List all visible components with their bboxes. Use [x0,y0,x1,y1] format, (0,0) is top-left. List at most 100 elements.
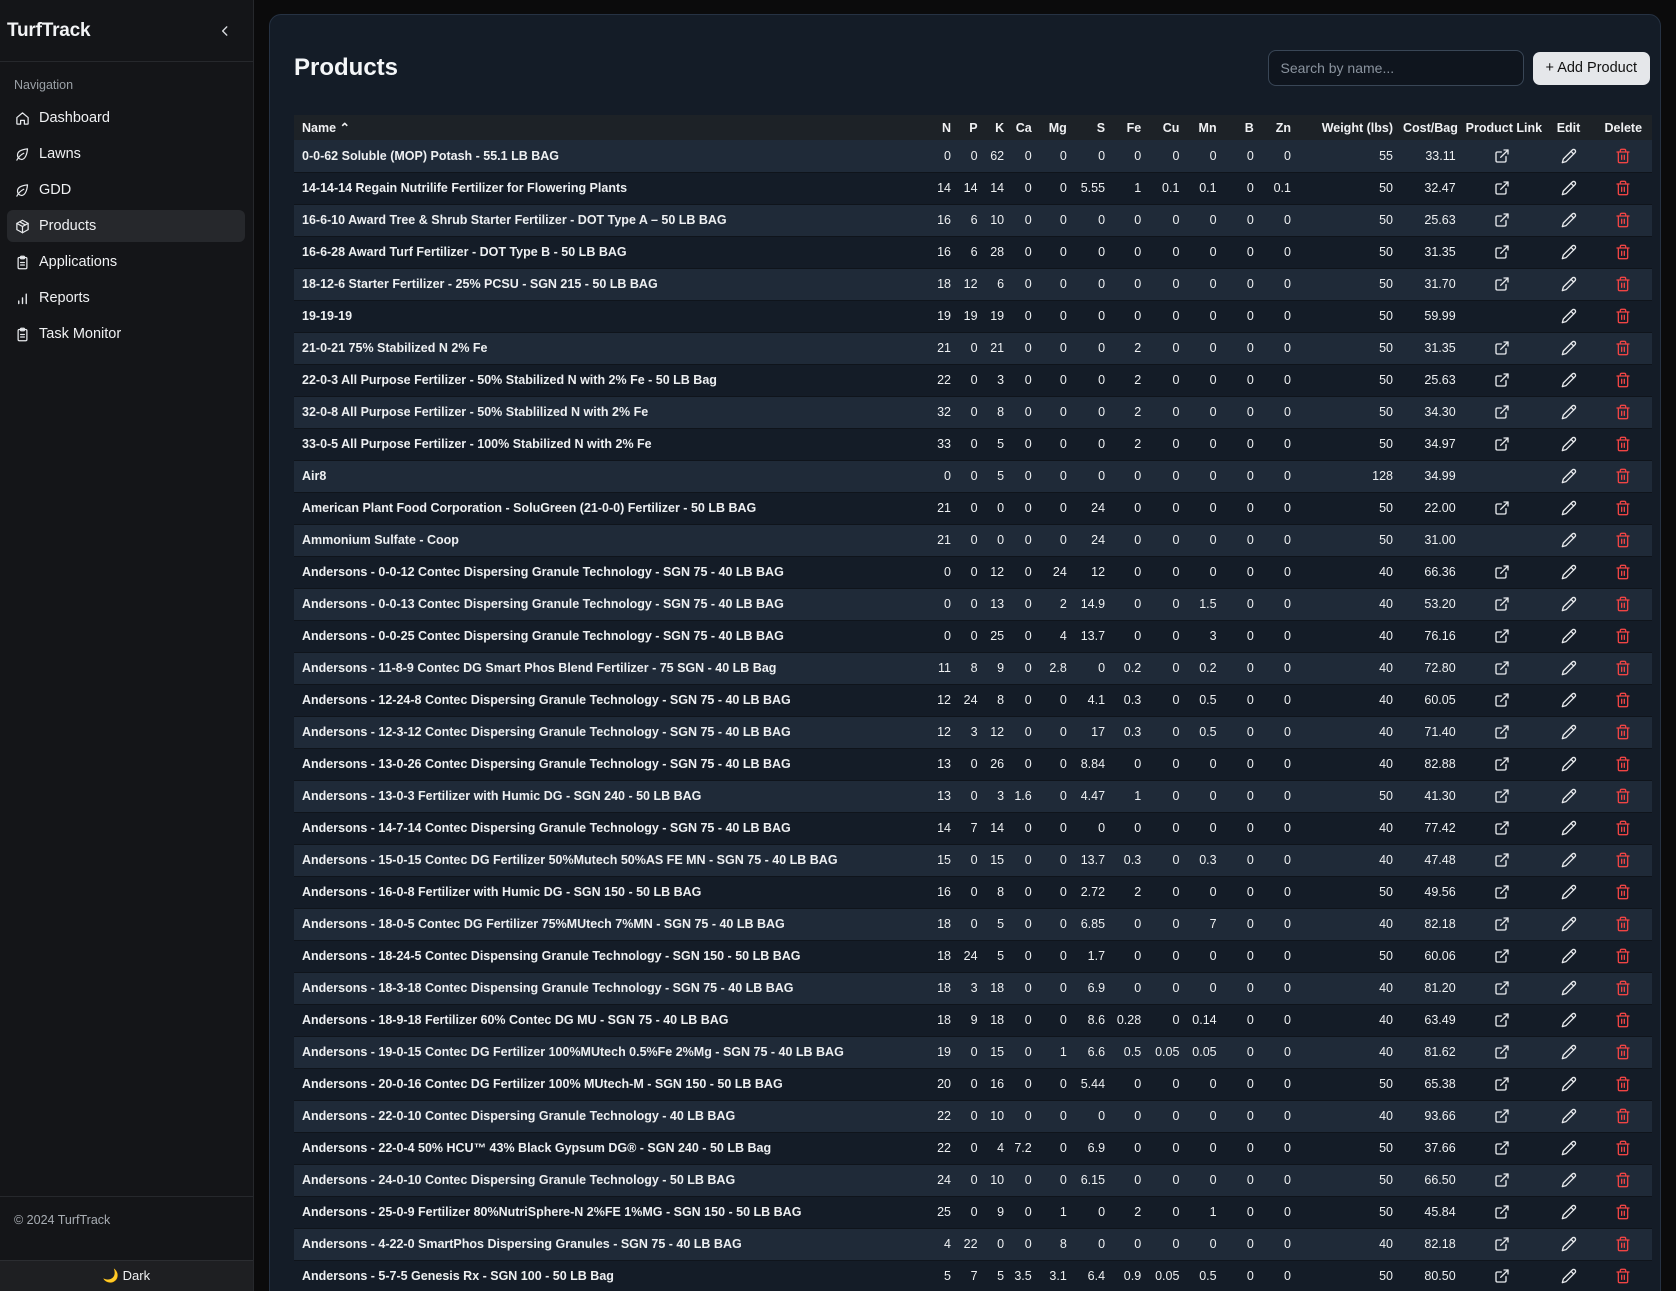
edit-pencil-icon[interactable] [1558,913,1580,935]
edit-pencil-icon[interactable] [1558,273,1580,295]
external-link-icon[interactable] [1491,561,1513,583]
external-link-icon[interactable] [1491,817,1513,839]
delete-trash-icon[interactable] [1612,305,1634,327]
column-header-name[interactable]: Name ⌃ [294,115,930,140]
delete-trash-icon[interactable] [1612,881,1634,903]
delete-trash-icon[interactable] [1612,209,1634,231]
delete-trash-icon[interactable] [1612,1201,1634,1223]
delete-trash-icon[interactable] [1612,1265,1634,1287]
edit-pencil-icon[interactable] [1558,817,1580,839]
edit-pencil-icon[interactable] [1558,241,1580,263]
delete-trash-icon[interactable] [1612,529,1634,551]
edit-pencil-icon[interactable] [1558,369,1580,391]
edit-pencil-icon[interactable] [1558,593,1580,615]
edit-pencil-icon[interactable] [1558,785,1580,807]
delete-trash-icon[interactable] [1612,561,1634,583]
external-link-icon[interactable] [1491,369,1513,391]
delete-trash-icon[interactable] [1612,369,1634,391]
edit-pencil-icon[interactable] [1558,1201,1580,1223]
edit-pencil-icon[interactable] [1558,945,1580,967]
delete-trash-icon[interactable] [1612,1137,1634,1159]
delete-trash-icon[interactable] [1612,625,1634,647]
sidebar-item-lawns[interactable]: Lawns [7,138,245,170]
external-link-icon[interactable] [1491,1073,1513,1095]
edit-pencil-icon[interactable] [1558,401,1580,423]
external-link-icon[interactable] [1491,1201,1513,1223]
brand-logo[interactable]: TurfTrack [7,20,91,42]
external-link-icon[interactable] [1491,209,1513,231]
theme-toggle-button[interactable]: 🌙 Dark [0,1260,253,1291]
external-link-icon[interactable] [1491,241,1513,263]
edit-pencil-icon[interactable] [1558,1137,1580,1159]
delete-trash-icon[interactable] [1612,977,1634,999]
edit-pencil-icon[interactable] [1558,881,1580,903]
delete-trash-icon[interactable] [1612,1233,1634,1255]
external-link-icon[interactable] [1491,1105,1513,1127]
delete-trash-icon[interactable] [1612,753,1634,775]
edit-pencil-icon[interactable] [1558,1105,1580,1127]
external-link-icon[interactable] [1491,977,1513,999]
delete-trash-icon[interactable] [1612,465,1634,487]
delete-trash-icon[interactable] [1612,1169,1634,1191]
edit-pencil-icon[interactable] [1558,625,1580,647]
external-link-icon[interactable] [1491,1009,1513,1031]
edit-pencil-icon[interactable] [1558,1009,1580,1031]
delete-trash-icon[interactable] [1612,785,1634,807]
edit-pencil-icon[interactable] [1558,209,1580,231]
edit-pencil-icon[interactable] [1558,465,1580,487]
delete-trash-icon[interactable] [1612,497,1634,519]
edit-pencil-icon[interactable] [1558,561,1580,583]
edit-pencil-icon[interactable] [1558,529,1580,551]
sidebar-item-task-monitor[interactable]: Task Monitor [7,318,245,350]
delete-trash-icon[interactable] [1612,433,1634,455]
external-link-icon[interactable] [1491,177,1513,199]
external-link-icon[interactable] [1491,657,1513,679]
external-link-icon[interactable] [1491,1041,1513,1063]
delete-trash-icon[interactable] [1612,337,1634,359]
edit-pencil-icon[interactable] [1558,657,1580,679]
delete-trash-icon[interactable] [1612,689,1634,711]
edit-pencil-icon[interactable] [1558,305,1580,327]
edit-pencil-icon[interactable] [1558,1169,1580,1191]
edit-pencil-icon[interactable] [1558,177,1580,199]
sidebar-item-reports[interactable]: Reports [7,282,245,314]
edit-pencil-icon[interactable] [1558,721,1580,743]
external-link-icon[interactable] [1491,1233,1513,1255]
delete-trash-icon[interactable] [1612,241,1634,263]
edit-pencil-icon[interactable] [1558,433,1580,455]
external-link-icon[interactable] [1491,1137,1513,1159]
add-product-button[interactable]: + Add Product [1532,51,1650,85]
external-link-icon[interactable] [1491,625,1513,647]
search-input[interactable] [1267,50,1524,86]
external-link-icon[interactable] [1491,433,1513,455]
external-link-icon[interactable] [1491,497,1513,519]
delete-trash-icon[interactable] [1612,145,1634,167]
sidebar-item-gdd[interactable]: GDD [7,174,245,206]
delete-trash-icon[interactable] [1612,657,1634,679]
delete-trash-icon[interactable] [1612,1105,1634,1127]
external-link-icon[interactable] [1491,337,1513,359]
delete-trash-icon[interactable] [1612,1041,1634,1063]
delete-trash-icon[interactable] [1612,913,1634,935]
edit-pencil-icon[interactable] [1558,1233,1580,1255]
delete-trash-icon[interactable] [1612,273,1634,295]
edit-pencil-icon[interactable] [1558,1041,1580,1063]
external-link-icon[interactable] [1491,593,1513,615]
sidebar-item-applications[interactable]: Applications [7,246,245,278]
delete-trash-icon[interactable] [1612,1009,1634,1031]
edit-pencil-icon[interactable] [1558,1265,1580,1287]
delete-trash-icon[interactable] [1612,1073,1634,1095]
external-link-icon[interactable] [1491,945,1513,967]
edit-pencil-icon[interactable] [1558,977,1580,999]
external-link-icon[interactable] [1491,849,1513,871]
external-link-icon[interactable] [1491,145,1513,167]
sidebar-item-dashboard[interactable]: Dashboard [7,102,245,134]
delete-trash-icon[interactable] [1612,593,1634,615]
delete-trash-icon[interactable] [1612,817,1634,839]
edit-pencil-icon[interactable] [1558,497,1580,519]
external-link-icon[interactable] [1491,1169,1513,1191]
edit-pencil-icon[interactable] [1558,337,1580,359]
external-link-icon[interactable] [1491,913,1513,935]
delete-trash-icon[interactable] [1612,945,1634,967]
external-link-icon[interactable] [1491,721,1513,743]
